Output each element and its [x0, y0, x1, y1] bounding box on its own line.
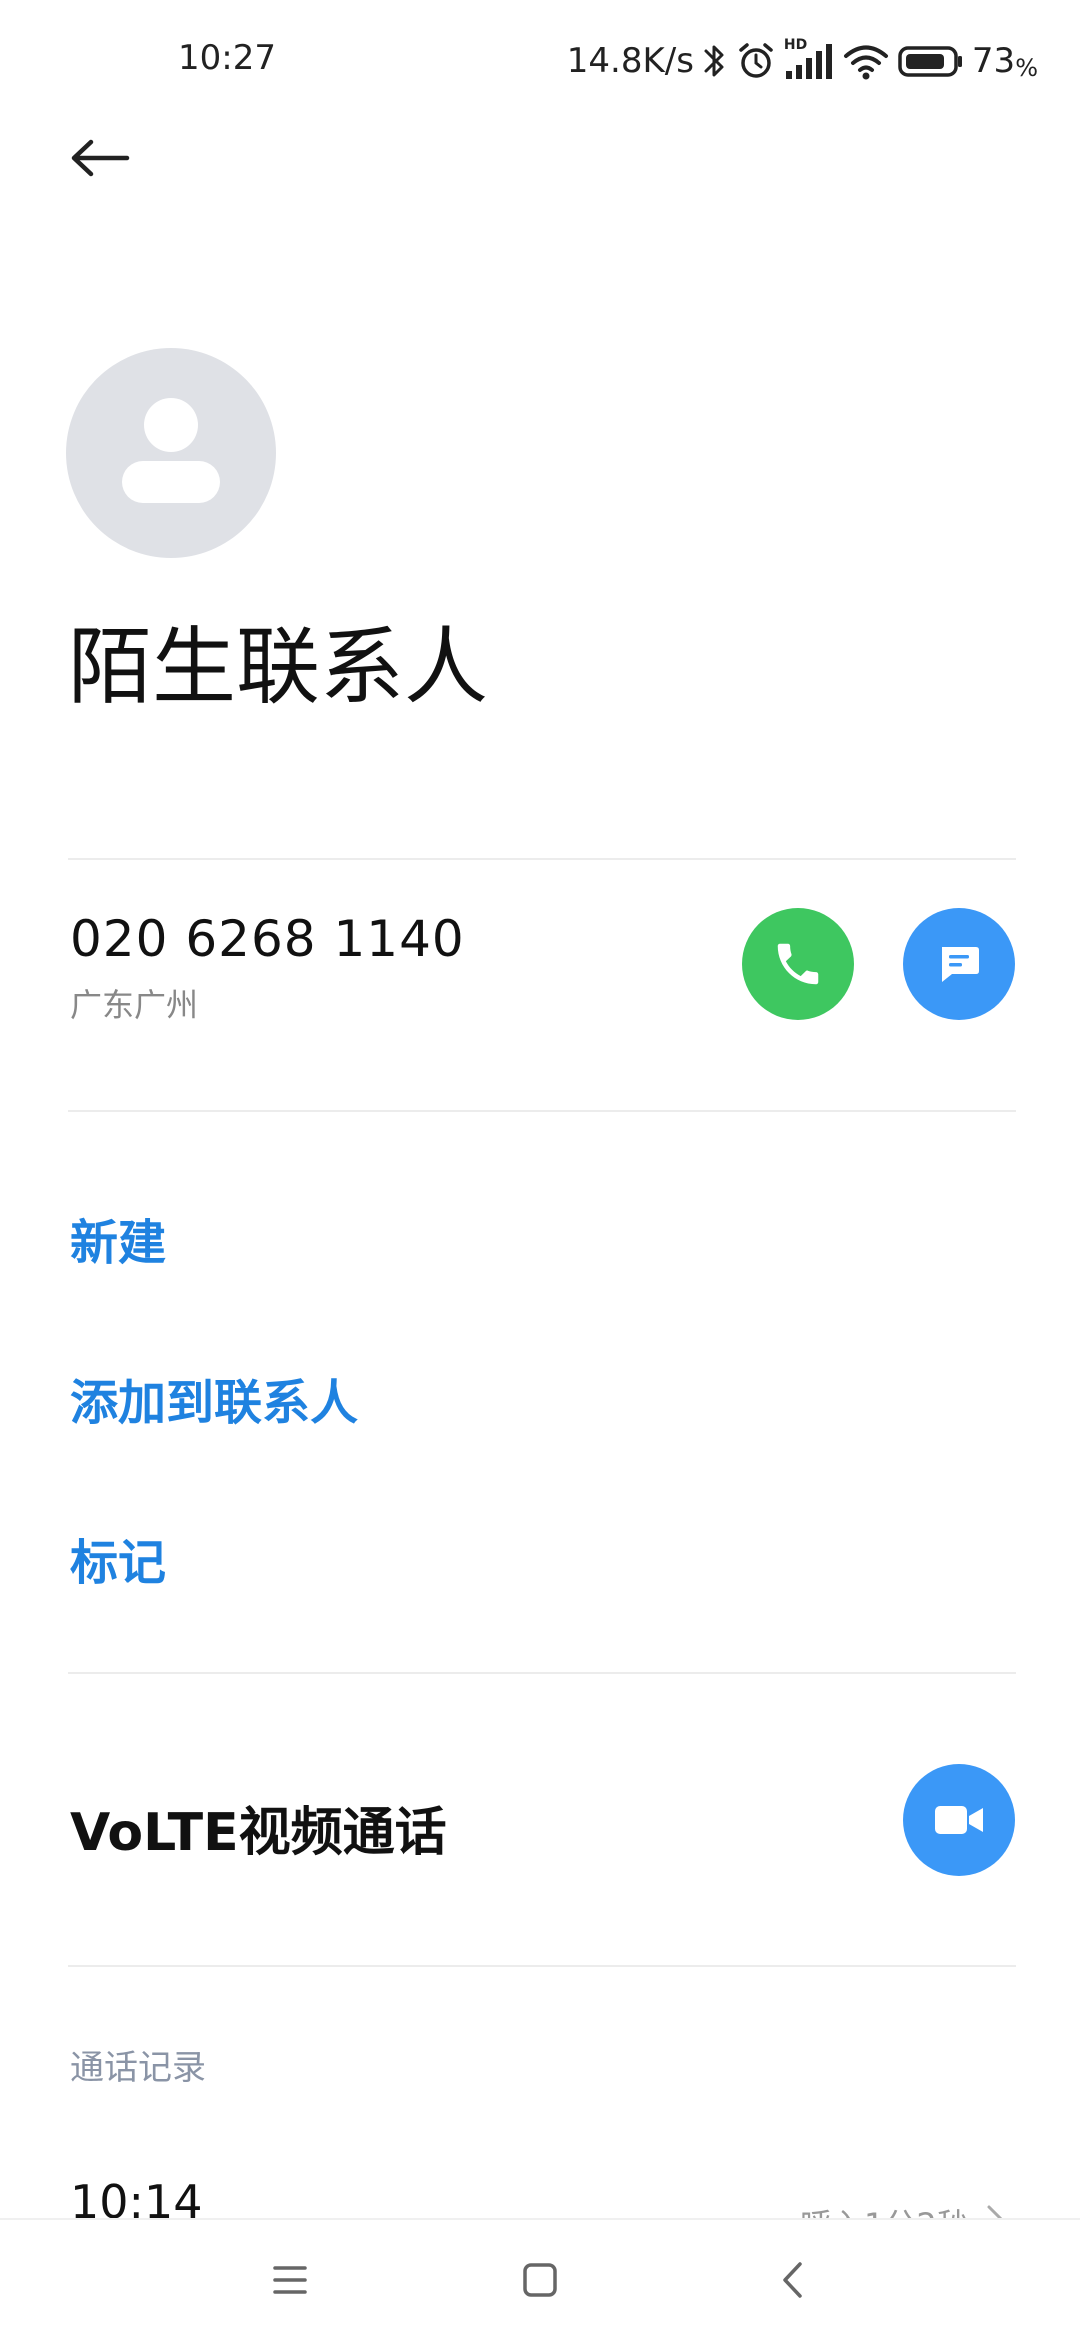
navigation-bar: [0, 2218, 1080, 2340]
arrow-left-icon: [71, 139, 130, 177]
contact-name: 陌生联系人: [68, 618, 489, 716]
message-button[interactable]: [903, 908, 1015, 1020]
divider: [68, 1110, 1016, 1112]
bluetooth-icon: [702, 41, 728, 81]
phone-location: 广东广州: [70, 986, 199, 1024]
home-button[interactable]: [500, 2250, 580, 2310]
net-speed: 14.8K/s: [566, 41, 694, 81]
divider: [68, 858, 1016, 860]
video-call-button[interactable]: [903, 1764, 1015, 1876]
divider: [68, 1965, 1016, 1967]
phone-number[interactable]: 020 6268 1140: [70, 910, 465, 968]
signal-icon: HD: [784, 37, 834, 81]
status-time: 10:27: [178, 38, 276, 78]
status-icons: 14.8K/s HD 73%: [567, 36, 1038, 86]
new-contact-link[interactable]: 新建: [70, 1203, 166, 1273]
mark-number-link[interactable]: 标记: [70, 1523, 166, 1593]
battery-percent-value: 73: [971, 41, 1016, 81]
avatar: [66, 348, 276, 558]
avatar-head: [144, 398, 198, 452]
nav-back-button[interactable]: [752, 2250, 832, 2310]
video-camera-icon: [935, 1806, 983, 1834]
avatar-body: [122, 461, 220, 503]
home-square-icon: [523, 2263, 557, 2297]
volte-video-call-label: VoLTE视频通话: [70, 1803, 447, 1863]
call-log-title: 通话记录: [70, 2048, 206, 2088]
contact-detail-screen: 10:27 14.8K/s HD 73% 陌生联系人 020 6268 1140…: [0, 0, 1080, 2340]
status-bar: 10:27 14.8K/s HD 73%: [0, 0, 1080, 120]
divider: [68, 1672, 1016, 1674]
recent-apps-button[interactable]: [250, 2250, 330, 2310]
add-to-contacts-link[interactable]: 添加到联系人: [70, 1363, 358, 1433]
wifi-icon: [842, 41, 890, 81]
alarm-icon: [736, 41, 776, 81]
menu-icon: [273, 2266, 307, 2294]
call-button[interactable]: [742, 908, 854, 1020]
phone-icon: [777, 943, 819, 985]
chevron-left-icon: [783, 2262, 802, 2298]
battery-percent: 73%: [971, 41, 1038, 82]
battery-icon: [898, 41, 964, 81]
battery-percent-unit: %: [1015, 54, 1038, 82]
back-button[interactable]: [60, 128, 140, 188]
message-icon: [942, 947, 979, 982]
